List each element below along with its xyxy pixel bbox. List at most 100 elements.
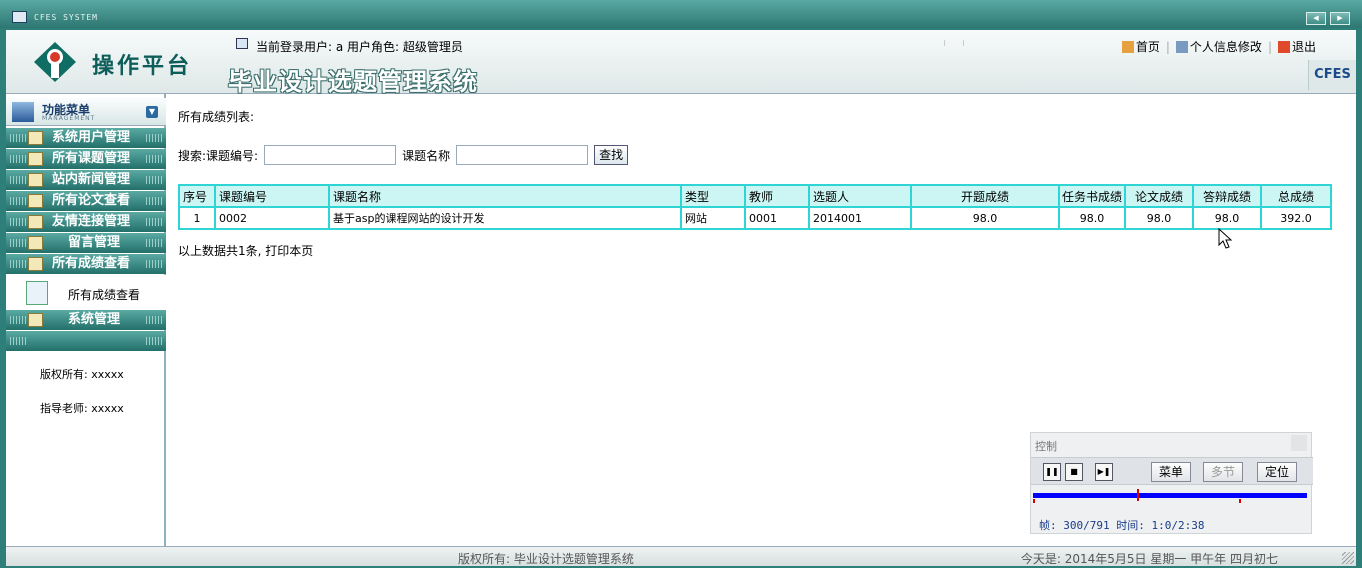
menu-item-icon xyxy=(28,131,43,145)
player-info: 帧: 300/791 时间: 1:0/2:38 xyxy=(1039,519,1205,532)
profile-link[interactable]: 个人信息修改 xyxy=(1175,38,1262,55)
section-marker xyxy=(1033,499,1035,503)
separator: | xyxy=(1267,39,1272,54)
column-header: 论文成绩 xyxy=(1124,184,1194,208)
scroll-left-button[interactable]: ◀ xyxy=(1306,12,1326,25)
column-header: 教师 xyxy=(744,184,810,208)
menu-button[interactable]: 菜单 xyxy=(1151,462,1191,482)
info-bar: 当前登录用户: a 用户角色: 超级管理员 首页 | 个人信息修改 | 退出 xyxy=(226,34,1356,56)
search-label: 搜索:课题编号: xyxy=(178,148,259,163)
menu-subtitle: MANAGEMENT xyxy=(42,115,96,122)
progress-track[interactable] xyxy=(1033,493,1307,498)
menu-item-icon xyxy=(28,313,43,327)
multi-section-button[interactable]: 多节 xyxy=(1203,462,1243,482)
logout-icon xyxy=(1277,41,1290,53)
column-header: 课题名称 xyxy=(328,184,682,208)
next-icon[interactable]: ▶❚ xyxy=(1095,463,1113,481)
column-header: 任务书成绩 xyxy=(1058,184,1126,208)
sidebar-item-links[interactable]: 友情连接管理 xyxy=(6,212,166,232)
close-icon[interactable] xyxy=(1291,435,1307,451)
player-control-panel: 控制 ❚❚ ■ ▶❚ 菜单 多节 定位 帧: 300/791 时间: 1:0/2… xyxy=(1030,432,1313,534)
footer: 版权所有: 毕业设计选题管理系统 今天是: 2014年5月5日 星期一 甲午年 … xyxy=(6,546,1356,566)
user-info: 当前登录用户: a 用户角色: 超级管理员 xyxy=(256,40,463,54)
table-cell: 98.0 xyxy=(1124,206,1194,230)
sidebar-item-papers[interactable]: 所有论文查看 xyxy=(6,191,166,211)
sidebar-item-news[interactable]: 站内新闻管理 xyxy=(6,170,166,190)
table-cell: 392.0 xyxy=(1260,206,1332,230)
locate-button[interactable]: 定位 xyxy=(1257,462,1297,482)
brand-text: 操作平台 xyxy=(92,53,193,79)
table-cell: 1 xyxy=(178,206,216,230)
corner-label: CFES xyxy=(1308,60,1356,90)
top-links: 首页 | 个人信息修改 | 退出 xyxy=(1121,38,1316,55)
topic-name-input[interactable] xyxy=(456,145,589,165)
sidebar-item-users[interactable]: 系统用户管理 xyxy=(6,128,166,148)
system-title: 毕业设计选题管理系统 xyxy=(228,67,478,96)
report-icon xyxy=(26,281,48,305)
sidebar-item-messages[interactable]: 留言管理 xyxy=(6,233,166,253)
table-cell: 98.0 xyxy=(1192,206,1262,230)
logout-link[interactable]: 退出 xyxy=(1277,38,1316,55)
pause-icon[interactable]: ❚❚ xyxy=(1043,463,1061,481)
column-header: 总成绩 xyxy=(1260,184,1332,208)
page-title: 所有成绩列表: xyxy=(178,110,255,124)
bank-logo-icon xyxy=(34,42,76,82)
monitor-icon xyxy=(12,11,27,23)
footer-date: 今天是: 2014年5月5日 星期一 甲午年 四月初七 xyxy=(1020,552,1278,566)
progress-playhead[interactable] xyxy=(1137,489,1140,501)
column-header: 课题编号 xyxy=(214,184,330,208)
search-button[interactable]: 查找 xyxy=(594,145,629,165)
footer-copyright: 版权所有: 毕业设计选题管理系统 xyxy=(458,552,634,566)
player-toolbar: ❚❚ ■ ▶❚ 菜单 多节 定位 xyxy=(1031,457,1313,485)
menu-item-icon xyxy=(28,236,43,250)
table-cell: 98.0 xyxy=(910,206,1060,230)
table-cell: 基于asp的课程网站的设计开发 xyxy=(328,206,682,230)
resize-grip xyxy=(944,40,964,46)
sidebar-advisor: 指导老师: xxxxx xyxy=(40,402,124,415)
topic-name-label: 课题名称 xyxy=(402,148,451,163)
building-icon xyxy=(12,102,34,122)
user-icon xyxy=(236,38,248,49)
table-cell: 2014001 xyxy=(808,206,912,230)
menu-item-icon xyxy=(28,152,43,166)
column-header: 序号 xyxy=(178,184,216,208)
sidebar: 功能菜单 MANAGEMENT ▼ 系统用户管理 所有课题管理 站内新闻管理 所… xyxy=(6,94,166,546)
menu-item-icon xyxy=(28,194,43,208)
table-cell: 0001 xyxy=(744,206,810,230)
search-bar: 搜索:课题编号: 课题名称 查找 xyxy=(178,144,629,166)
sidebar-copyright: 版权所有: xxxxx xyxy=(40,368,124,381)
scroll-right-button[interactable]: ▶ xyxy=(1330,12,1350,25)
title-bar: CFES SYSTEM ◀ ▶ xyxy=(0,0,1362,28)
menu-item-icon xyxy=(28,257,43,271)
sidebar-footer-bar xyxy=(6,331,166,351)
separator: | xyxy=(1165,39,1170,54)
sidebar-item-system[interactable]: 系统管理 xyxy=(6,310,166,330)
column-header: 类型 xyxy=(680,184,746,208)
header: 操作平台 当前登录用户: a 用户角色: 超级管理员 首页 | 个人信息修改 |… xyxy=(6,30,1356,96)
home-link[interactable]: 首页 xyxy=(1121,38,1160,55)
table-row: 1 0002 基于asp的课程网站的设计开发 网站 0001 2014001 9… xyxy=(178,206,1332,230)
player-title: 控制 xyxy=(1035,440,1057,453)
grades-table: 序号 课题编号 课题名称 类型 教师 选题人 开题成绩 任务书成绩 论文成绩 答… xyxy=(178,184,1332,230)
mouse-cursor-icon xyxy=(1218,228,1232,249)
stop-icon[interactable]: ■ xyxy=(1065,463,1083,481)
topic-code-input[interactable] xyxy=(264,145,397,165)
edit-icon xyxy=(1175,41,1188,53)
sidebar-item-grades[interactable]: 所有成绩查看 xyxy=(6,254,166,274)
column-header: 答辩成绩 xyxy=(1192,184,1262,208)
sidebar-subitem-grades[interactable]: 所有成绩查看 xyxy=(6,275,166,311)
resize-grip-icon[interactable] xyxy=(1342,552,1354,564)
section-marker xyxy=(1239,499,1241,503)
menu-header: 功能菜单 MANAGEMENT ▼ xyxy=(6,98,166,126)
collapse-icon[interactable]: ▼ xyxy=(146,106,158,118)
column-header: 选题人 xyxy=(808,184,912,208)
record-summary[interactable]: 以上数据共1条, 打印本页 xyxy=(178,242,313,259)
sidebar-item-topics[interactable]: 所有课题管理 xyxy=(6,149,166,169)
home-icon xyxy=(1121,41,1134,53)
window-title: CFES SYSTEM xyxy=(34,13,98,22)
menu-item-icon xyxy=(28,215,43,229)
table-cell: 98.0 xyxy=(1058,206,1126,230)
column-header: 开题成绩 xyxy=(910,184,1060,208)
menu-item-icon xyxy=(28,173,43,187)
table-cell: 网站 xyxy=(680,206,746,230)
